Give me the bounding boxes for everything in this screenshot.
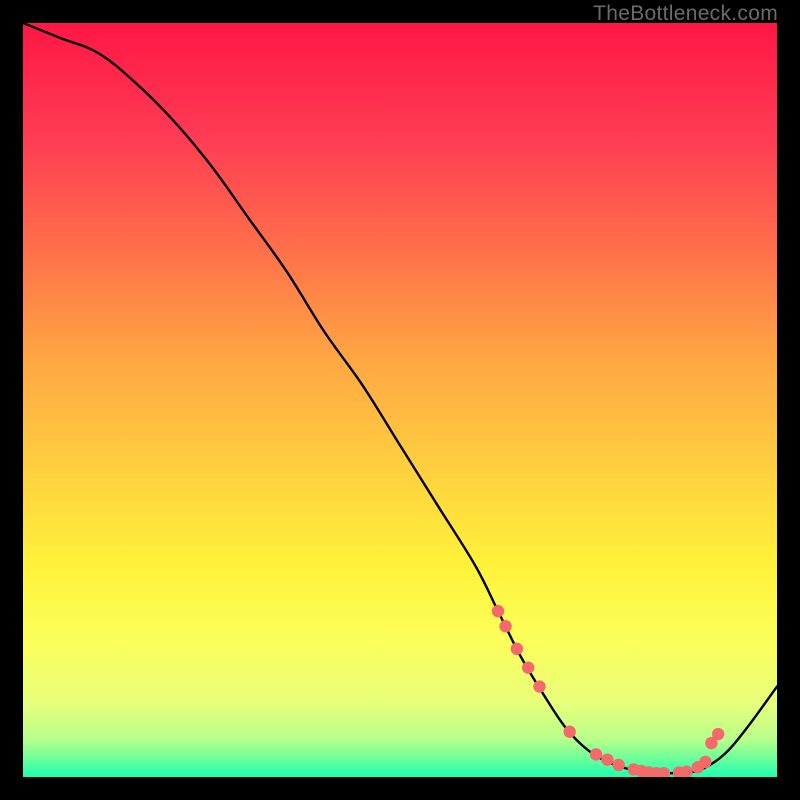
curve-layer <box>23 23 777 777</box>
highlight-marker <box>533 680 545 692</box>
highlight-marker <box>563 726 575 738</box>
highlight-marker <box>612 759 624 771</box>
highlight-marker <box>712 728 724 740</box>
chart-stage: TheBottleneck.com <box>0 0 800 800</box>
highlight-marker <box>522 661 534 673</box>
highlight-marker <box>699 756 711 768</box>
plot-area <box>23 23 777 777</box>
highlight-marker <box>590 748 602 760</box>
highlight-marker <box>499 620 511 632</box>
highlight-markers <box>492 605 725 777</box>
highlight-marker <box>601 753 613 765</box>
highlight-marker <box>492 605 504 617</box>
bottleneck-curve <box>23 23 777 774</box>
highlight-marker <box>511 643 523 655</box>
